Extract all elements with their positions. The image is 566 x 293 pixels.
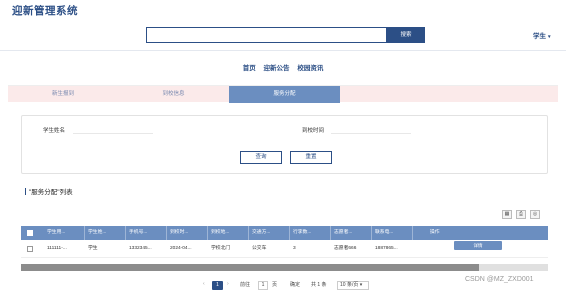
- nav-item-campus-news[interactable]: 校园资讯: [297, 65, 323, 72]
- watermark: CSDN @MZ_ZXD001: [465, 276, 534, 283]
- user-menu-label: 学生: [533, 33, 546, 40]
- student-name-label: 学生姓名: [43, 128, 66, 134]
- refresh-icon[interactable]: ▦: [502, 210, 512, 219]
- cell-student-name: 学生: [88, 246, 98, 251]
- cell-arrival-place: 学校北门: [211, 246, 231, 251]
- total-count: 共 1 条: [311, 282, 327, 288]
- query-button[interactable]: 查询: [240, 151, 282, 164]
- cell-contact-phone: 1887865...: [375, 246, 398, 251]
- column-header-actions: 操作: [430, 230, 440, 235]
- row-checkbox[interactable]: [27, 246, 33, 252]
- nav-item-home[interactable]: 首页: [243, 65, 256, 72]
- main-nav: 首页 迎新公告 校园资讯: [0, 62, 566, 72]
- column-header-luggage-count[interactable]: 行李数...: [290, 226, 331, 240]
- prev-page-icon[interactable]: ‹: [203, 281, 205, 287]
- cell-arrival-time: 2024-04...: [170, 246, 192, 251]
- tab-service-assignment[interactable]: 服务分配: [229, 86, 340, 103]
- print-icon[interactable]: ⎙: [516, 210, 526, 219]
- title-accent-bar: [25, 188, 26, 195]
- header-divider: [0, 50, 566, 51]
- data-table: 学生用... 学生姓... 手机号... 到校时... 到校地... 交通方..…: [21, 226, 548, 258]
- cell-luggage-count: 3: [293, 246, 296, 251]
- student-name-input[interactable]: [73, 124, 153, 134]
- arrival-time-label: 到校时间: [302, 128, 325, 134]
- column-header-student-name[interactable]: 学生姓...: [85, 226, 126, 240]
- details-button[interactable]: 详情: [454, 241, 502, 250]
- chevron-down-icon: ▾: [548, 34, 551, 40]
- tab-enrollment-report[interactable]: 新生报到: [8, 86, 118, 103]
- search-button[interactable]: 搜索: [387, 27, 425, 43]
- settings-icon[interactable]: ◎: [530, 210, 540, 219]
- list-title-text: "服务分配"列表: [29, 189, 73, 196]
- cell-phone: 1332345...: [129, 246, 152, 251]
- nav-item-announcements[interactable]: 迎新公告: [264, 65, 290, 72]
- page-size-select[interactable]: 10 条/页 ▾: [337, 281, 369, 290]
- column-header-volunteer[interactable]: 志愿者...: [331, 226, 372, 240]
- list-title: "服务分配"列表: [25, 186, 73, 196]
- next-page-icon[interactable]: ›: [227, 281, 229, 287]
- column-header-transport[interactable]: 交通方...: [249, 226, 290, 240]
- cell-transport: 公交车: [252, 246, 267, 251]
- column-header-arrival-place[interactable]: 到校地...: [208, 226, 249, 240]
- page-number[interactable]: 1: [212, 281, 223, 290]
- horizontal-scrollbar[interactable]: [21, 264, 548, 271]
- select-all-checkbox[interactable]: [27, 230, 33, 236]
- goto-page-input[interactable]: 1: [258, 281, 268, 290]
- confirm-button[interactable]: 确定: [290, 281, 300, 288]
- cell-student-account: 111111-...: [47, 246, 67, 251]
- arrival-time-input[interactable]: [331, 124, 411, 134]
- filter-panel: 学生姓名 到校时间 查询 重置: [21, 115, 548, 174]
- app-title: 迎新管理系统: [12, 5, 78, 17]
- scrollbar-thumb[interactable]: [21, 264, 479, 271]
- search-input[interactable]: [146, 27, 387, 43]
- column-header-student-account[interactable]: 学生用...: [44, 226, 85, 240]
- cell-volunteer: 志愿者666: [334, 246, 357, 251]
- page-unit-label: 页: [272, 282, 278, 288]
- goto-label: 前往: [240, 282, 251, 288]
- column-header-contact-phone[interactable]: 联系电...: [372, 226, 413, 240]
- table-header: 学生用... 学生姓... 手机号... 到校时... 到校地... 交通方..…: [21, 226, 548, 240]
- tab-bar: 新生报到 到校信息 服务分配: [8, 85, 558, 103]
- reset-button[interactable]: 重置: [290, 151, 332, 164]
- column-header-phone[interactable]: 手机号...: [126, 226, 167, 240]
- user-menu[interactable]: 学生 ▾: [533, 30, 551, 40]
- table-row: 111111-... 学生 1332345... 2024-04... 学校北门…: [21, 240, 548, 258]
- tab-arrival-info[interactable]: 到校信息: [118, 86, 229, 103]
- column-header-arrival-time[interactable]: 到校时...: [167, 226, 208, 240]
